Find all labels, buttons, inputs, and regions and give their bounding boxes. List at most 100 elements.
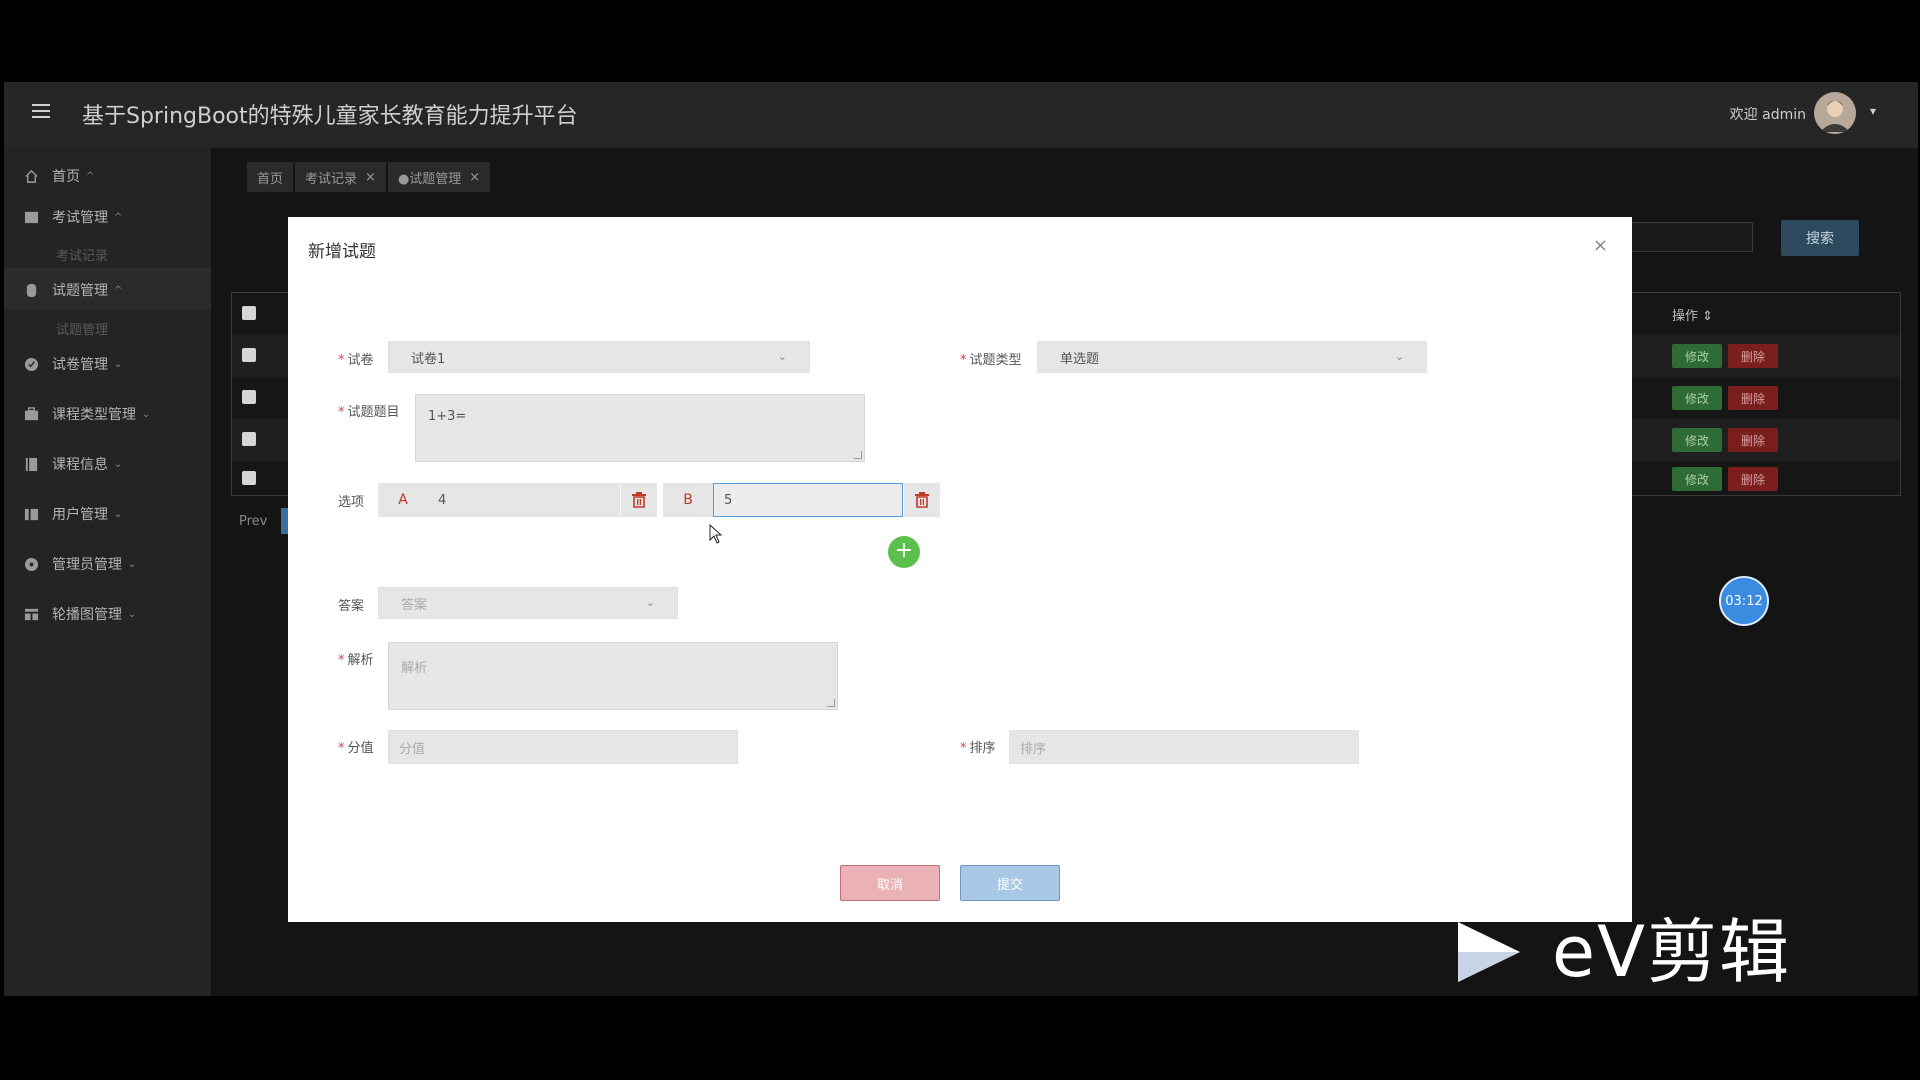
sidebar-item-label: 课程类型管理	[52, 407, 136, 423]
question-type-select-value: 单选题	[1060, 351, 1100, 367]
sidebar-item-paper[interactable]: 试卷管理 ⌄	[22, 352, 122, 376]
edit-button[interactable]: 修改	[1672, 428, 1722, 452]
label-text: 试卷	[347, 353, 374, 368]
required-mark: *	[338, 353, 345, 368]
edit-button[interactable]: 修改	[1672, 467, 1722, 491]
score-input[interactable]: 分值	[388, 730, 738, 764]
sidebar-item-label: 考试管理	[52, 210, 108, 226]
score-label: * 分值	[338, 737, 374, 756]
tab-label: 首页	[257, 171, 284, 187]
briefcase-icon	[22, 405, 40, 423]
paper-select-value: 试卷1	[411, 351, 446, 367]
sidebar-item-admin[interactable]: 管理员管理 ⌄	[22, 552, 136, 576]
row-checkbox[interactable]	[242, 348, 256, 362]
options-label: 选项	[338, 491, 364, 510]
delete-button[interactable]: 删除	[1728, 428, 1778, 452]
cancel-button[interactable]: 取消	[840, 865, 940, 901]
recording-timer[interactable]: 03:12	[1719, 576, 1769, 626]
tab-label: 考试记录	[305, 171, 358, 187]
chevron-up-icon: ^	[114, 211, 123, 223]
sidebar-item-label: 轮播图管理	[52, 607, 122, 623]
play-logo-icon	[1458, 922, 1520, 982]
sidebar-item-user[interactable]: 用户管理 ⌄	[22, 502, 122, 526]
option-a-letter: A	[378, 483, 428, 517]
chevron-down-icon[interactable]: ▾	[1870, 104, 1876, 118]
close-icon[interactable]: ×	[365, 170, 376, 185]
sidebar-subitem-question-manage[interactable]: 试题管理	[56, 319, 108, 338]
sidebar-item-home[interactable]: 首页 ^	[22, 164, 94, 188]
option-a-input[interactable]: 4	[428, 483, 620, 517]
chevron-down-icon: ⌄	[128, 558, 137, 570]
sidebar-item-question[interactable]: 试题管理 ^	[22, 278, 122, 302]
tab-question-manage[interactable]: ●试题管理 ×	[387, 162, 491, 192]
trash-icon	[632, 492, 646, 508]
sidebar-item-label: 试题管理	[52, 283, 108, 299]
analysis-label: * 解析	[338, 649, 374, 668]
tab-exam-record[interactable]: 考试记录 ×	[295, 162, 386, 192]
option-b-delete-button[interactable]	[904, 483, 940, 517]
watermark-text: eV剪辑	[1552, 911, 1791, 993]
top-bar: 基于SpringBoot的特殊儿童家长教育能力提升平台 欢迎 admin ▾	[4, 82, 1918, 148]
answer-select[interactable]: 答案 ⌄	[378, 587, 678, 619]
option-a-delete-button[interactable]	[621, 483, 657, 517]
required-mark: *	[338, 653, 345, 668]
tab-label: ●试题管理	[397, 171, 462, 187]
edit-button[interactable]: 修改	[1672, 386, 1722, 410]
label-text: 试题类型	[969, 353, 1022, 368]
close-icon[interactable]: ×	[469, 170, 480, 185]
resize-handle[interactable]	[854, 451, 862, 459]
chevron-down-icon: ⌄	[142, 408, 151, 420]
welcome-text: 欢迎 admin	[1729, 107, 1806, 123]
delete-button[interactable]: 删除	[1728, 386, 1778, 410]
required-mark: *	[338, 741, 345, 756]
row-checkbox[interactable]	[242, 432, 256, 446]
row-checkbox[interactable]	[242, 390, 256, 404]
pagination-prev[interactable]: Prev	[239, 514, 267, 529]
sidebar-item-exam[interactable]: 考试管理 ^	[22, 205, 122, 229]
select-all-checkbox[interactable]	[242, 306, 256, 320]
sidebar-subitem-exam-record[interactable]: 考试记录	[56, 245, 108, 264]
chevron-down-icon: ⌄	[114, 358, 123, 370]
question-type-select[interactable]: 单选题 ⌄	[1037, 341, 1427, 373]
app-title: 基于SpringBoot的特殊儿童家长教育能力提升平台	[82, 104, 578, 129]
sidebar-item-course-info[interactable]: 课程信息 ⌄	[22, 452, 122, 476]
paper-select[interactable]: 试卷1 ⌄	[388, 341, 810, 373]
sidebar-item-course-type[interactable]: 课程类型管理 ⌄	[22, 402, 150, 426]
sidebar-item-carousel[interactable]: 轮播图管理 ⌄	[22, 602, 136, 626]
question-textarea[interactable]: 1+3=	[415, 394, 865, 462]
tab-bar: 首页 考试记录 × ●试题管理 ×	[247, 162, 492, 192]
edit-button[interactable]: 修改	[1672, 344, 1722, 368]
mouse-cursor-icon	[709, 524, 723, 544]
sidebar-item-label: 课程信息	[52, 457, 108, 473]
trash-icon	[915, 492, 929, 508]
analysis-textarea[interactable]: 解析	[388, 642, 838, 710]
delete-button[interactable]: 删除	[1728, 344, 1778, 368]
answer-label: 答案	[338, 595, 364, 614]
hamburger-menu-icon[interactable]	[32, 102, 54, 124]
question-icon	[22, 281, 40, 299]
chevron-up-icon: ^	[114, 284, 123, 296]
row-checkbox[interactable]	[242, 471, 256, 485]
submit-button[interactable]: 提交	[960, 865, 1060, 901]
required-mark: *	[960, 741, 967, 756]
search-button[interactable]: 搜索	[1781, 220, 1859, 256]
avatar[interactable]	[1814, 92, 1856, 134]
close-icon[interactable]: ×	[1593, 235, 1608, 256]
analysis-textarea-placeholder: 解析	[401, 661, 428, 676]
option-b-input[interactable]: 5	[713, 483, 903, 517]
add-option-button[interactable]: +	[888, 536, 920, 568]
sidebar-item-label: 首页	[52, 169, 80, 185]
label-text: 排序	[969, 741, 996, 756]
tab-home[interactable]: 首页	[247, 162, 294, 192]
dialog-title: 新增试题	[308, 242, 376, 262]
delete-button[interactable]: 删除	[1728, 467, 1778, 491]
operation-column-header[interactable]: 操作 ⇕	[1672, 305, 1713, 324]
chevron-down-icon: ⌄	[777, 350, 787, 363]
add-question-dialog: 新增试题 × * 试卷 试卷1 ⌄ * 试题类型 单选题 ⌄ * 试题题目 1+3= …	[288, 217, 1632, 922]
sidebar-item-label: 试卷管理	[52, 357, 108, 373]
chevron-down-icon: ⌄	[114, 508, 123, 520]
sidebar-item-label: 管理员管理	[52, 557, 122, 573]
order-input[interactable]: 排序	[1009, 730, 1359, 764]
resize-handle[interactable]	[827, 699, 835, 707]
label-text: 选项	[338, 495, 365, 510]
